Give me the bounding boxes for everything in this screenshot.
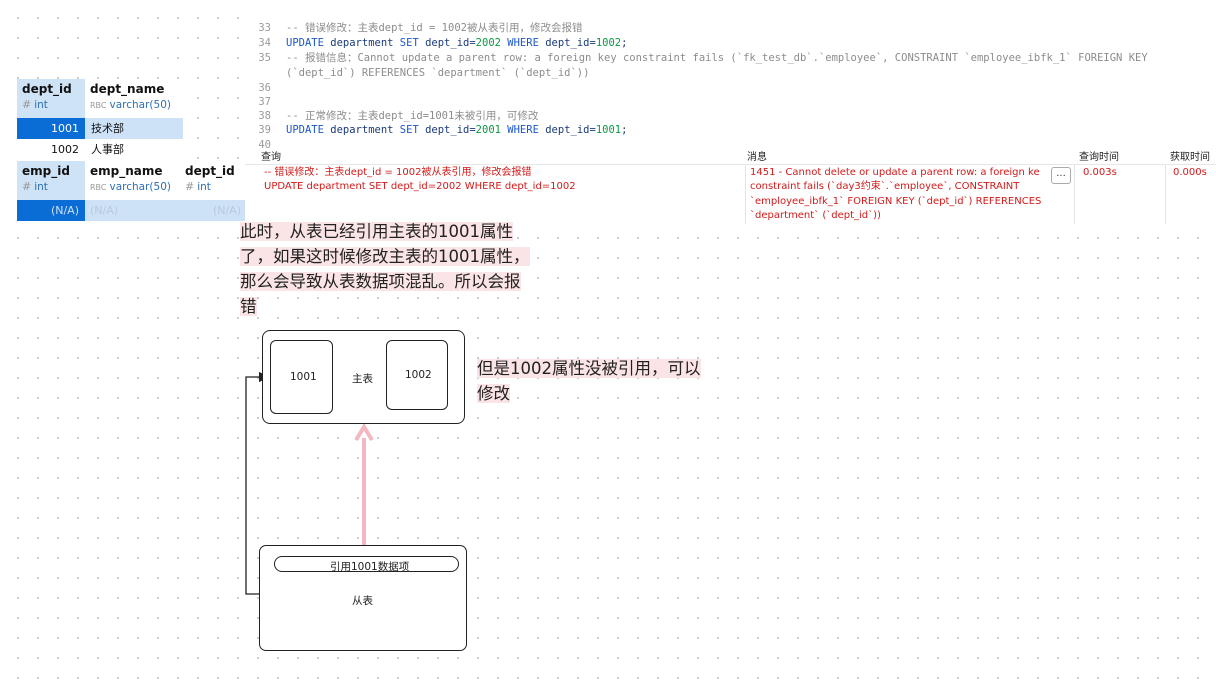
main-table-label: 主表 (352, 373, 373, 385)
cell-1001-label: 1001 (290, 371, 317, 383)
cell-1002-label: 1002 (405, 369, 432, 381)
sub-table-label: 从表 (352, 595, 373, 607)
diagram-connectors (245, 371, 374, 595)
reference-item-label: 引用1001数据项 (330, 561, 410, 573)
